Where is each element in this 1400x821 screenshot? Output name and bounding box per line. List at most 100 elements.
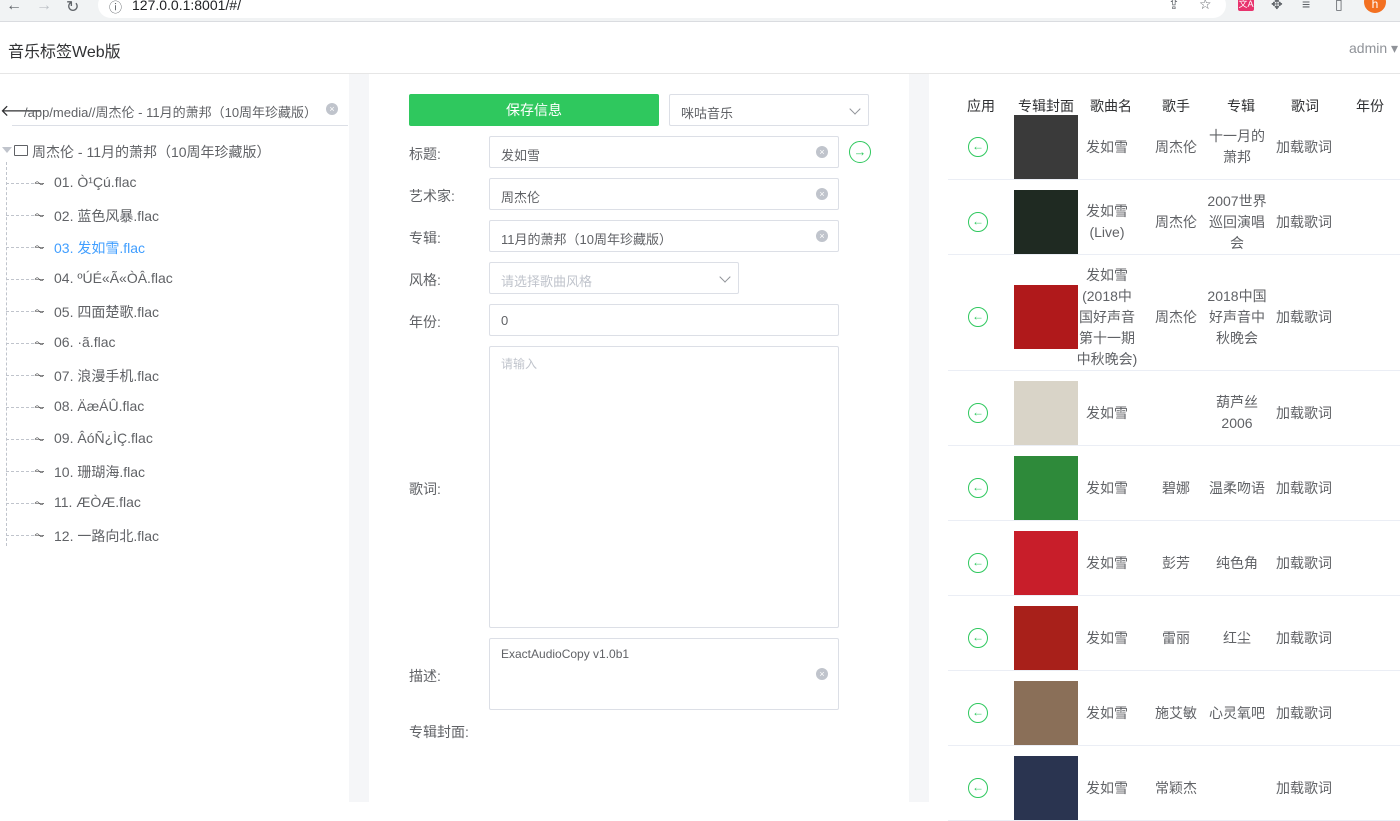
arrow-right-circle-icon[interactable]: → [849,141,871,163]
description-textarea[interactable]: ExactAudioCopy v1.0b1 × [489,638,839,710]
tree-file-label: 07. 浪漫手机.flac [54,368,160,384]
url-text[interactable]: 127.0.0.1:8001/#/ [132,0,241,13]
table-row: ← 发如雪 雷丽 红尘 加载歌词 [948,596,1400,671]
tree-file-item[interactable]: ⏦ 01. Ò¹Çú.flac [6,174,346,194]
apply-arrow-icon[interactable]: ← [968,553,988,573]
load-lyrics-link[interactable]: 加载歌词 [1270,307,1338,328]
app-header: 音乐标签Web版 admin ▾ [0,22,1400,74]
tree-guide-line [6,215,34,216]
forward-icon[interactable]: → [36,0,52,15]
album-cover-image [1014,681,1078,745]
clear-icon[interactable]: × [816,188,828,200]
share-icon[interactable]: ⇪ [1168,0,1180,13]
bookmark-star-icon[interactable]: ☆ [1199,0,1212,13]
cell-artist: 施艾敏 [1155,705,1197,721]
back-icon[interactable]: ← [6,0,22,15]
cell-album: 葫芦丝2006 [1216,394,1258,431]
artist-field[interactable]: 周杰伦 × [489,178,839,210]
year-field[interactable]: 0 [489,304,839,336]
album-cover-image [1014,285,1078,349]
user-menu[interactable]: admin ▾ [1349,40,1398,57]
site-info-icon[interactable]: ⓘ [109,0,122,16]
album-cover-image [1014,756,1078,820]
title-field[interactable]: 发如雪 × [489,136,839,168]
lyrics-placeholder: 请输入 [501,357,538,371]
column-header: 应用 [967,98,995,114]
load-lyrics-link[interactable]: 加载歌词 [1270,403,1338,424]
tree-file-item[interactable]: ⏦ 08. ÄæÁÛ.flac [6,398,346,418]
apply-arrow-icon[interactable]: ← [968,703,988,723]
tree-file-item[interactable]: ⏦ 03. 发如雪.flac [6,238,346,258]
load-lyrics-link[interactable]: 加载歌词 [1270,212,1338,233]
load-lyrics-link[interactable]: 加载歌词 [1270,553,1338,574]
cell-song: 发如雪 [1086,139,1128,155]
path-text: /app/media//周杰伦 - 11月的萧邦（10周年珍藏版） [24,105,318,120]
genre-placeholder: 请选择歌曲风格 [501,274,593,289]
reload-icon[interactable]: ↻ [66,0,79,17]
save-button[interactable]: 保存信息 [409,94,659,126]
load-lyrics-link[interactable]: 加载歌词 [1270,628,1338,649]
tree-file-item[interactable]: ⏦ 11. ÆÒÆ.flac [6,494,346,514]
apply-arrow-icon[interactable]: ← [968,628,988,648]
clear-icon[interactable]: × [816,230,828,242]
path-input[interactable]: /app/media//周杰伦 - 11月的萧邦（10周年珍藏版） × [12,94,348,126]
tree-file-item[interactable]: ⏦ 12. 一路向北.flac [6,526,346,546]
apply-arrow-icon[interactable]: ← [968,137,988,157]
cell-song: 发如雪(2018中国好声音第十一期中秋晚会) [1076,267,1138,367]
audio-wave-icon: ⏦ [34,239,45,254]
cell-song: 发如雪 [1086,780,1128,796]
tree-file-label: 10. 珊瑚海.flac [54,464,146,480]
clear-icon[interactable]: × [816,668,828,680]
audio-wave-icon: ⏦ [34,495,45,510]
tree-file-label: 05. 四面楚歌.flac [54,304,160,320]
cell-album: 十一月的萧邦 [1209,128,1265,165]
genre-select[interactable]: 请选择歌曲风格 [489,262,739,294]
apply-arrow-icon[interactable]: ← [968,307,988,327]
artist-value: 周杰伦 [501,190,541,205]
tree-file-item[interactable]: ⏦ 05. 四面楚歌.flac [6,302,346,322]
load-lyrics-link[interactable]: 加载歌词 [1270,478,1338,499]
cell-artist: 彭芳 [1162,555,1190,571]
browser-toolbar: ← → ↻ ⓘ 127.0.0.1:8001/#/ ⇪ ☆ 文A ✥ ≡ ▯ h [0,0,1400,22]
source-select[interactable]: 咪咕音乐 [669,94,869,126]
apply-arrow-icon[interactable]: ← [968,778,988,798]
extensions-puzzle-icon[interactable]: ✥ [1271,0,1283,13]
tree-guide-line [6,183,34,184]
table-row: ← 发如雪 周杰伦 十一月的萧邦 加载歌词 [948,114,1400,180]
tree-file-item[interactable]: ⏦ 09. ÂóÑ¿ÌÇ.flac [6,430,346,450]
audio-wave-icon: ⏦ [34,303,45,318]
apply-arrow-icon[interactable]: ← [968,478,988,498]
address-bar[interactable] [98,0,1226,18]
genre-label: 风格: [409,272,441,288]
load-lyrics-link[interactable]: 加载歌词 [1270,778,1338,799]
load-lyrics-link[interactable]: 加载歌词 [1270,703,1338,724]
cell-album: 心灵氧吧 [1209,705,1265,721]
tree-file-item[interactable]: ⏦ 10. 珊瑚海.flac [6,462,346,482]
year-label: 年份: [409,314,441,330]
tree-file-item[interactable]: ⏦ 04. ºÚÉ«Ã«ÒÂ.flac [6,270,346,290]
album-field[interactable]: 11月的萧邦（10周年珍藏版） × [489,220,839,252]
clear-icon[interactable]: × [816,146,828,158]
tree-file-item[interactable]: ⏦ 07. 浪漫手机.flac [6,366,346,386]
description-value: ExactAudioCopy v1.0b1 [501,647,630,661]
tree-file-item[interactable]: ⏦ 06. ·ã.flac [6,334,346,354]
media-queue-icon[interactable]: ≡ [1302,0,1310,12]
cover-label: 专辑封面: [409,724,469,740]
table-row: ← 发如雪 施艾敏 心灵氧吧 加载歌词 [948,671,1400,746]
clear-icon[interactable]: × [326,103,338,115]
lyrics-textarea[interactable]: 请输入 [489,346,839,628]
translate-extension-icon[interactable]: 文A [1238,0,1254,11]
file-browser-panel: 🡐 /app/media//周杰伦 - 11月的萧邦（10周年珍藏版） × 周杰… [0,74,349,802]
table-row: ← 发如雪(Live) 周杰伦 2007世界巡回演唱会 加载歌词 [948,180,1400,255]
apply-arrow-icon[interactable]: ← [968,212,988,232]
profile-avatar[interactable]: h [1364,0,1386,13]
audio-wave-icon: ⏦ [34,207,45,222]
load-lyrics-link[interactable]: 加载歌词 [1270,137,1338,158]
apply-arrow-icon[interactable]: ← [968,403,988,423]
tree-file-label: 01. Ò¹Çú.flac [54,174,137,190]
caret-down-icon[interactable] [2,147,12,153]
tree-guide-line [6,439,34,440]
sidebar-panel-icon[interactable]: ▯ [1335,0,1343,13]
cell-artist: 周杰伦 [1155,139,1197,155]
tree-file-item[interactable]: ⏦ 02. 蓝色风暴.flac [6,206,346,226]
